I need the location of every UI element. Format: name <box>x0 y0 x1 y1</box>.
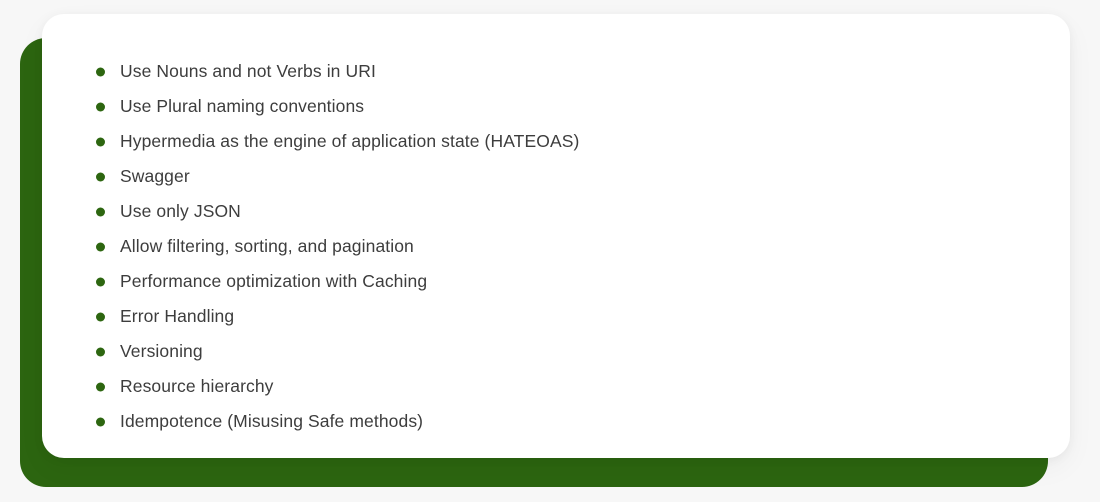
list-item-label: Resource hierarchy <box>120 376 274 397</box>
bullet-dot-icon <box>96 137 105 146</box>
list-item[interactable]: Idempotence (Misusing Safe methods) <box>68 404 1046 439</box>
list-item[interactable]: Versioning <box>68 334 1046 369</box>
list-item[interactable]: Allow filtering, sorting, and pagination <box>68 229 1046 264</box>
list-item[interactable]: Use only JSON <box>68 194 1046 229</box>
list-item-label: Use Nouns and not Verbs in URI <box>120 61 376 82</box>
list-item-label: Hypermedia as the engine of application … <box>120 131 580 152</box>
list-item-label: Use only JSON <box>120 201 241 222</box>
list-item-label: Use Plural naming conventions <box>120 96 365 117</box>
list-item-label: Versioning <box>120 341 203 362</box>
bullet-dot-icon <box>96 417 105 426</box>
best-practices-list: Use Nouns and not Verbs in URI Use Plura… <box>68 54 1046 439</box>
slide-root: Use Nouns and not Verbs in URI Use Plura… <box>0 0 1100 502</box>
list-item-label: Error Handling <box>120 306 235 327</box>
list-item[interactable]: Use Nouns and not Verbs in URI <box>68 54 1046 89</box>
list-item-label: Performance optimization with Caching <box>120 271 428 292</box>
list-item[interactable]: Error Handling <box>68 299 1046 334</box>
bullet-dot-icon <box>96 172 105 181</box>
bullet-dot-icon <box>96 242 105 251</box>
list-item[interactable]: Swagger <box>68 159 1046 194</box>
bullet-dot-icon <box>96 102 105 111</box>
list-item[interactable]: Resource hierarchy <box>68 369 1046 404</box>
bullet-dot-icon <box>96 382 105 391</box>
list-item-label: Swagger <box>120 166 190 187</box>
bullet-dot-icon <box>96 277 105 286</box>
content-card: Use Nouns and not Verbs in URI Use Plura… <box>42 14 1070 458</box>
list-item[interactable]: Use Plural naming conventions <box>68 89 1046 124</box>
list-item[interactable]: Performance optimization with Caching <box>68 264 1046 299</box>
list-item[interactable]: Hypermedia as the engine of application … <box>68 124 1046 159</box>
list-item-label: Allow filtering, sorting, and pagination <box>120 236 414 257</box>
bullet-dot-icon <box>96 207 105 216</box>
bullet-dot-icon <box>96 347 105 356</box>
bullet-dot-icon <box>96 312 105 321</box>
bullet-dot-icon <box>96 67 105 76</box>
list-item-label: Idempotence (Misusing Safe methods) <box>120 411 424 432</box>
